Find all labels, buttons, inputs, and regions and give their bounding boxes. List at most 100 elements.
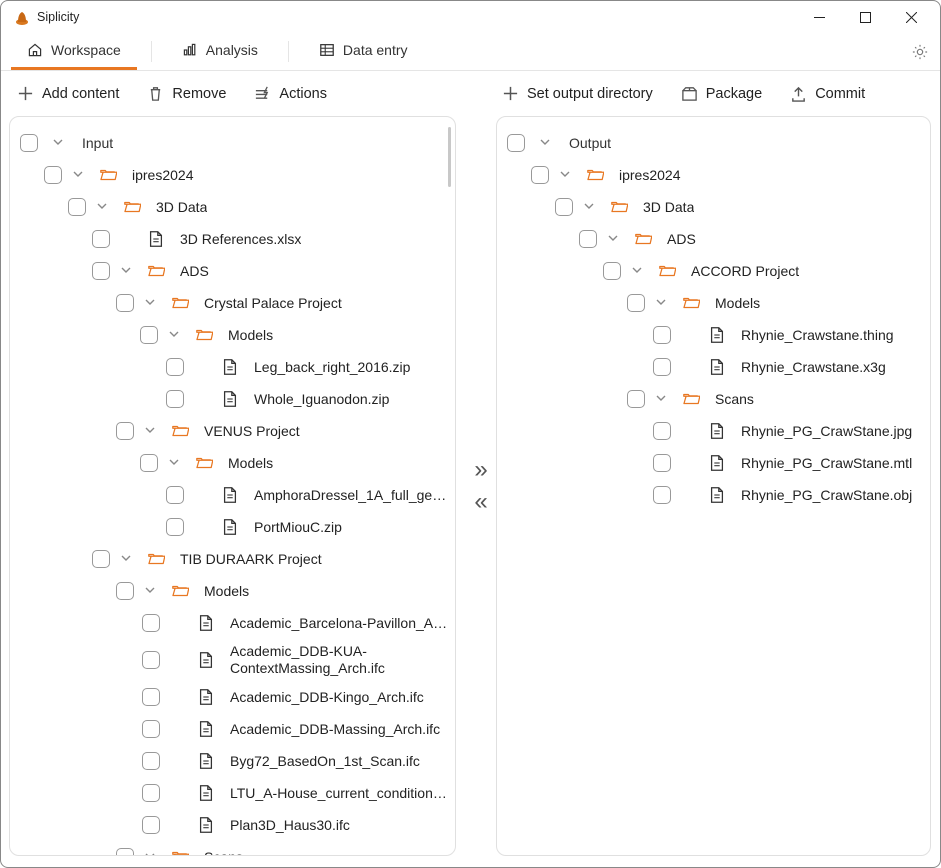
- chevron-down-icon[interactable]: [653, 298, 669, 308]
- chevron-down-icon[interactable]: [653, 394, 669, 404]
- tree-folder-3d-data[interactable]: 3D Data: [505, 191, 924, 223]
- checkbox[interactable]: [653, 486, 671, 504]
- tree-folder-tib[interactable]: TIB DURAARK Project: [18, 543, 449, 575]
- actions-button[interactable]: Actions: [250, 81, 331, 106]
- tree-file[interactable]: Academic_DDB-Massing_Arch.ifc: [18, 713, 449, 745]
- add-content-button[interactable]: Add content: [13, 81, 123, 106]
- checkbox[interactable]: [116, 582, 134, 600]
- tree-folder-crystal[interactable]: Crystal Palace Project: [18, 287, 449, 319]
- tab-analysis[interactable]: Analysis: [166, 33, 274, 70]
- tree-folder-models[interactable]: Models: [505, 287, 924, 319]
- tree-file[interactable]: Academic_DDB-Kingo_Arch.ifc: [18, 681, 449, 713]
- checkbox[interactable]: [653, 422, 671, 440]
- checkbox[interactable]: [116, 422, 134, 440]
- tree-file[interactable]: Rhynie_Crawstane.thing: [505, 319, 924, 351]
- checkbox[interactable]: [44, 166, 62, 184]
- tree-file[interactable]: LTU_A-House_current_conditions.ifc: [18, 777, 449, 809]
- checkbox[interactable]: [142, 752, 160, 770]
- chevron-down-icon[interactable]: [166, 458, 182, 468]
- chevron-down-icon[interactable]: [118, 554, 134, 564]
- checkbox[interactable]: [142, 720, 160, 738]
- tree-folder-scans[interactable]: Scans: [18, 841, 449, 856]
- checkbox[interactable]: [627, 390, 645, 408]
- chevron-down-icon[interactable]: [94, 202, 110, 212]
- chevron-down-icon[interactable]: [142, 586, 158, 596]
- chevron-down-icon[interactable]: [142, 426, 158, 436]
- tree-folder-models[interactable]: Models: [18, 447, 449, 479]
- checkbox[interactable]: [140, 454, 158, 472]
- chevron-down-icon[interactable]: [50, 138, 66, 148]
- chevron-down-icon[interactable]: [557, 170, 573, 180]
- tree-folder-scans[interactable]: Scans: [505, 383, 924, 415]
- chevron-down-icon[interactable]: [142, 852, 158, 856]
- commit-button[interactable]: Commit: [786, 81, 869, 106]
- tree-folder-ads[interactable]: ADS: [505, 223, 924, 255]
- tree-folder-accord[interactable]: ACCORD Project: [505, 255, 924, 287]
- tree-folder-ads[interactable]: ADS: [18, 255, 449, 287]
- checkbox[interactable]: [555, 198, 573, 216]
- tree-file[interactable]: Plan3D_Haus30.ifc: [18, 809, 449, 841]
- checkbox[interactable]: [166, 358, 184, 376]
- move-right-button[interactable]: »: [474, 458, 487, 482]
- checkbox[interactable]: [92, 262, 110, 280]
- tree-file[interactable]: Rhynie_PG_CrawStane.obj: [505, 479, 924, 511]
- chevron-down-icon[interactable]: [166, 330, 182, 340]
- checkbox[interactable]: [653, 326, 671, 344]
- tree-folder-venus[interactable]: VENUS Project: [18, 415, 449, 447]
- tree-file[interactable]: Academic_DDB-KUA-ContextMassing_Arch.ifc: [18, 639, 449, 681]
- checkbox[interactable]: [142, 614, 160, 632]
- tree-file[interactable]: 3D References.xlsx: [18, 223, 449, 255]
- tree-file[interactable]: AmphoraDressel_1A_full_geom.nxs: [18, 479, 449, 511]
- tree-file[interactable]: Rhynie_Crawstane.x3g: [505, 351, 924, 383]
- checkbox[interactable]: [142, 651, 160, 669]
- tree-file[interactable]: Byg72_BasedOn_1st_Scan.ifc: [18, 745, 449, 777]
- checkbox[interactable]: [68, 198, 86, 216]
- checkbox[interactable]: [116, 848, 134, 856]
- checkbox[interactable]: [140, 326, 158, 344]
- tree-folder-ipres[interactable]: ipres2024: [505, 159, 924, 191]
- chevron-down-icon[interactable]: [581, 202, 597, 212]
- checkbox[interactable]: [627, 294, 645, 312]
- checkbox[interactable]: [166, 518, 184, 536]
- settings-button[interactable]: [900, 33, 940, 70]
- tree-root-output[interactable]: Output: [505, 127, 924, 159]
- tree-file[interactable]: Whole_Iguanodon.zip: [18, 383, 449, 415]
- checkbox[interactable]: [507, 134, 525, 152]
- chevron-down-icon[interactable]: [142, 298, 158, 308]
- checkbox[interactable]: [20, 134, 38, 152]
- checkbox[interactable]: [92, 230, 110, 248]
- checkbox[interactable]: [653, 358, 671, 376]
- checkbox[interactable]: [531, 166, 549, 184]
- tab-data-entry[interactable]: Data entry: [303, 33, 424, 70]
- minimize-button[interactable]: [796, 1, 842, 33]
- package-button[interactable]: Package: [677, 81, 766, 106]
- checkbox[interactable]: [166, 486, 184, 504]
- checkbox[interactable]: [142, 784, 160, 802]
- chevron-down-icon[interactable]: [118, 266, 134, 276]
- tree-file[interactable]: Rhynie_PG_CrawStane.mtl: [505, 447, 924, 479]
- tree-folder-ipres[interactable]: ipres2024: [18, 159, 449, 191]
- chevron-down-icon[interactable]: [70, 170, 86, 180]
- chevron-down-icon[interactable]: [605, 234, 621, 244]
- move-left-button[interactable]: «: [474, 490, 487, 514]
- set-output-button[interactable]: Set output directory: [498, 81, 657, 106]
- checkbox[interactable]: [603, 262, 621, 280]
- tab-workspace[interactable]: Workspace: [11, 33, 137, 70]
- tree-file[interactable]: Rhynie_PG_CrawStane.jpg: [505, 415, 924, 447]
- checkbox[interactable]: [653, 454, 671, 472]
- checkbox[interactable]: [166, 390, 184, 408]
- maximize-button[interactable]: [842, 1, 888, 33]
- checkbox[interactable]: [142, 688, 160, 706]
- remove-button[interactable]: Remove: [143, 81, 230, 106]
- chevron-down-icon[interactable]: [629, 266, 645, 276]
- close-button[interactable]: [888, 1, 934, 33]
- tree-folder-models[interactable]: Models: [18, 319, 449, 351]
- tree-file[interactable]: Leg_back_right_2016.zip: [18, 351, 449, 383]
- checkbox[interactable]: [92, 550, 110, 568]
- tree-file[interactable]: Academic_Barcelona-Pavillon_Arch.ifc: [18, 607, 449, 639]
- tree-folder-3d-data[interactable]: 3D Data: [18, 191, 449, 223]
- checkbox[interactable]: [142, 816, 160, 834]
- tree-root-input[interactable]: Input: [18, 127, 449, 159]
- tree-folder-models[interactable]: Models: [18, 575, 449, 607]
- chevron-down-icon[interactable]: [537, 138, 553, 148]
